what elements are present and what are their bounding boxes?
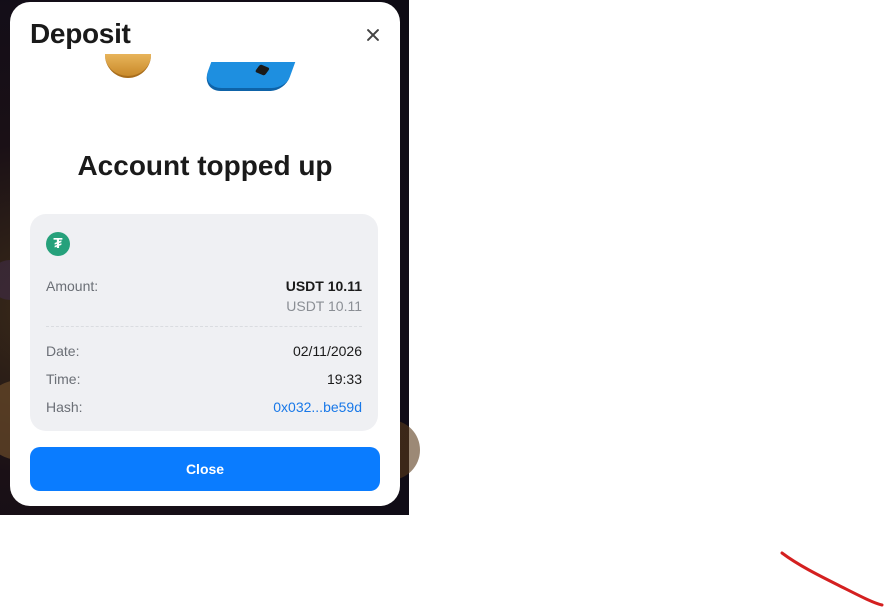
modal-title: Deposit — [30, 18, 131, 49]
close-button[interactable]: Close — [30, 447, 380, 491]
amount-label: Amount: — [46, 278, 99, 294]
success-headline: Account topped up — [77, 150, 333, 181]
divider — [46, 326, 362, 327]
hash-link[interactable]: 0x032...be59d — [273, 399, 362, 415]
time-value: 19:33 — [326, 371, 362, 387]
time-label: Time: — [46, 371, 81, 387]
close-icon[interactable] — [362, 24, 384, 46]
deposit-modal: Deposit Account topped up ₮ Amount: USDT… — [10, 2, 400, 506]
amount-value: USDT 10.11 — [285, 278, 362, 294]
coin-illustration — [105, 54, 151, 78]
date-label: Date: — [46, 343, 80, 359]
card-illustration-mark — [254, 64, 270, 76]
hash-label: Hash: — [46, 399, 83, 415]
card-illustration — [200, 62, 296, 91]
annotation-stroke — [780, 551, 884, 607]
transaction-details-panel: ₮ Amount: USDT 10.11 USDT 10.11 Date: 02… — [30, 214, 378, 431]
tether-icon: ₮ — [46, 232, 70, 256]
date-value: 02/11/2026 — [292, 343, 362, 359]
amount-secondary-value: USDT 10.11 — [286, 298, 362, 314]
